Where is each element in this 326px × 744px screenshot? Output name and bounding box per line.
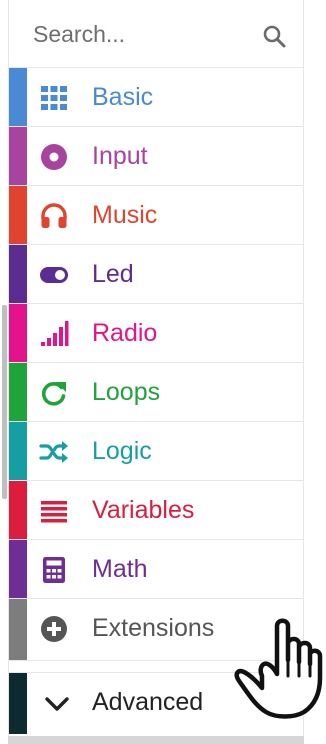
- category-label: Led: [92, 260, 134, 288]
- category-basic[interactable]: Basic: [9, 68, 303, 127]
- category-label: Variables: [92, 496, 195, 524]
- category-color-stripe: [9, 127, 27, 185]
- category-color-stripe: [9, 304, 27, 362]
- category-color-stripe: [9, 186, 27, 244]
- category-label: Input: [92, 142, 148, 170]
- category-music[interactable]: Music: [9, 186, 303, 245]
- calculator-icon: [43, 557, 65, 583]
- category-color-stripe: [9, 245, 27, 303]
- chevron-down-icon: [45, 697, 69, 711]
- hand-pointer-icon: [234, 618, 323, 719]
- signal-bars-icon: [41, 321, 69, 346]
- plus-circle-icon: [41, 616, 67, 642]
- category-color-stripe: [9, 673, 27, 734]
- category-label: Logic: [92, 437, 152, 465]
- category-variables[interactable]: Variables: [9, 481, 303, 540]
- toggle-icon: [40, 267, 68, 283]
- loop-arrow-icon: [41, 382, 66, 406]
- search-input[interactable]: [33, 16, 243, 52]
- category-label: Loops: [92, 378, 161, 406]
- list-lines-icon: [41, 501, 67, 523]
- grid-icon: [41, 86, 67, 110]
- category-label: Extensions: [92, 614, 215, 642]
- bottom-scrollbar[interactable]: [8, 736, 304, 744]
- shuffle-icon: [39, 441, 68, 463]
- category-color-stripe: [9, 599, 27, 660]
- category-color-stripe: [9, 540, 27, 598]
- headphones-icon: [41, 203, 67, 228]
- category-color-stripe: [9, 422, 27, 480]
- category-color-stripe: [9, 68, 27, 126]
- category-math[interactable]: Math: [9, 540, 303, 599]
- search-bar: [9, 0, 303, 68]
- category-label: Music: [92, 201, 158, 229]
- target-icon: [41, 144, 67, 170]
- category-label: Basic: [92, 83, 154, 111]
- category-label: Radio: [92, 319, 158, 347]
- category-label: Math: [92, 555, 148, 583]
- category-color-stripe: [9, 481, 27, 539]
- advanced-label: Advanced: [92, 688, 204, 716]
- category-color-stripe: [9, 363, 27, 421]
- search-icon[interactable]: [262, 24, 286, 48]
- category-radio[interactable]: Radio: [9, 304, 303, 363]
- category-logic[interactable]: Logic: [9, 422, 303, 481]
- scrollbar-thumb[interactable]: [2, 305, 7, 499]
- category-input[interactable]: Input: [9, 127, 303, 186]
- category-led[interactable]: Led: [9, 245, 303, 304]
- category-loops[interactable]: Loops: [9, 363, 303, 422]
